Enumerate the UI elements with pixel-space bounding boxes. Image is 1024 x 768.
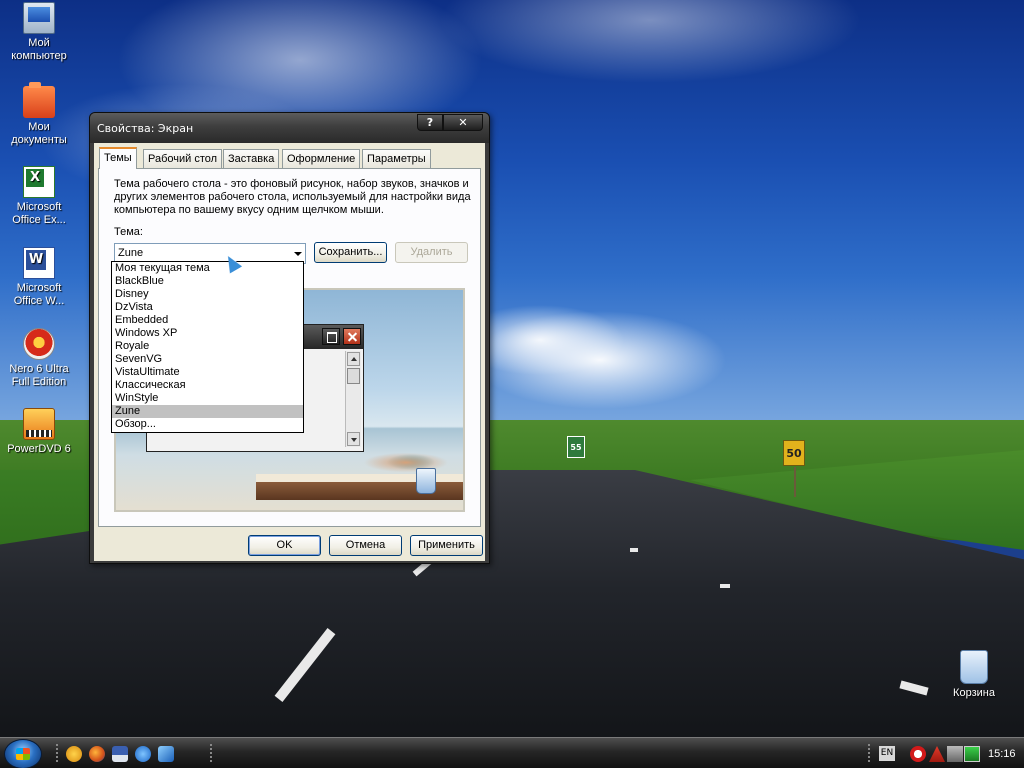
- theme-option[interactable]: BlackBlue: [112, 275, 303, 288]
- network-alert-icon[interactable]: [929, 746, 945, 762]
- quicklaunch-separator: [210, 744, 212, 764]
- internet-explorer-icon[interactable]: [135, 746, 151, 762]
- theme-option[interactable]: DzVista: [112, 301, 303, 314]
- theme-option[interactable]: VistaUltimate: [112, 366, 303, 379]
- close-icon: [343, 328, 361, 345]
- desktop-icon-label: Microsoft Office W...: [13, 282, 65, 307]
- tab-desktop[interactable]: Рабочий стол: [143, 149, 223, 168]
- theme-select-value: Zune: [118, 247, 144, 259]
- quicklaunch-app-icon[interactable]: [66, 746, 82, 762]
- theme-option[interactable]: Embedded: [112, 314, 303, 327]
- theme-option[interactable]: Windows XP: [112, 327, 303, 340]
- lane-marking: [720, 584, 730, 588]
- tab-settings[interactable]: Параметры: [362, 149, 431, 168]
- antivirus-icon[interactable]: [910, 746, 926, 762]
- desktop-icon-my-documents[interactable]: Мои документы: [1, 82, 77, 147]
- folder-icon: [23, 82, 55, 118]
- theme-dropdown-list: Моя текущая тема BlackBlue Disney DzVista Em…: [111, 261, 304, 433]
- tab-appearance[interactable]: Оформление: [282, 149, 361, 168]
- help-button[interactable]: ?: [417, 114, 443, 131]
- theme-option[interactable]: WinStyle: [112, 392, 303, 405]
- floppy-icon[interactable]: [112, 746, 128, 762]
- tray-separator: [868, 744, 870, 764]
- dialog-title: Свойства: Экран: [97, 122, 194, 135]
- scroll-up-icon: [347, 352, 360, 366]
- recycle-bin-icon: [416, 468, 436, 494]
- taskbar: EN 15:16: [0, 737, 1024, 768]
- theme-option[interactable]: Моя текущая тема: [112, 262, 303, 275]
- computer-icon: [23, 2, 55, 34]
- theme-option[interactable]: Royale: [112, 340, 303, 353]
- cancel-button[interactable]: Отмена: [329, 535, 402, 556]
- chevron-down-icon[interactable]: [294, 252, 302, 256]
- theme-label: Тема:: [114, 226, 143, 238]
- desktop-icon-word[interactable]: Microsoft Office W...: [1, 247, 77, 308]
- title-bar[interactable]: Свойства: Экран ? ✕: [90, 113, 489, 143]
- apply-button[interactable]: Применить: [410, 535, 483, 556]
- desktop-icon-label: Корзина: [953, 687, 995, 699]
- close-button[interactable]: ✕: [443, 114, 483, 131]
- theme-option[interactable]: Классическая: [112, 379, 303, 392]
- quicklaunch-ie-icon[interactable]: [158, 746, 174, 762]
- speed-limit-sign: 50: [783, 440, 805, 497]
- desktop-icon-label: Microsoft Office Ex...: [12, 201, 66, 226]
- desktop-icon-powerdvd[interactable]: PowerDVD 6: [1, 408, 77, 456]
- preview-scrollbar: [345, 351, 361, 447]
- theme-option[interactable]: Disney: [112, 288, 303, 301]
- quicklaunch-separator: [56, 744, 58, 764]
- start-button[interactable]: [4, 739, 42, 768]
- desktop-icon-nero[interactable]: Nero 6 Ultra Full Edition: [1, 328, 77, 389]
- desktop-icon-my-computer[interactable]: Мой компьютер: [1, 2, 77, 63]
- desktop-icon-label: PowerDVD 6: [7, 443, 71, 455]
- exit-sign: 55: [567, 436, 585, 458]
- desktop-icon-recycle-bin[interactable]: Корзина: [936, 650, 1012, 700]
- theme-option[interactable]: SevenVG: [112, 353, 303, 366]
- scroll-down-icon: [347, 432, 360, 446]
- delete-theme-button[interactable]: Удалить: [395, 242, 468, 263]
- clock[interactable]: 15:16: [988, 748, 1016, 760]
- network-icon[interactable]: [947, 746, 963, 762]
- firefox-icon[interactable]: [89, 746, 105, 762]
- scroll-thumb: [347, 368, 360, 384]
- desktop-icon-label: Nero 6 Ultra Full Edition: [9, 363, 69, 388]
- theme-option[interactable]: Zune: [112, 405, 303, 418]
- lane-marking: [630, 548, 638, 552]
- battery-icon[interactable]: [964, 746, 980, 762]
- language-indicator[interactable]: EN: [879, 746, 895, 761]
- powerdvd-icon: [23, 408, 55, 440]
- desktop-icon-excel[interactable]: Microsoft Office Ex...: [1, 166, 77, 227]
- ok-button[interactable]: OK: [248, 535, 321, 556]
- nero-icon: [23, 328, 55, 360]
- word-icon: [23, 247, 55, 279]
- theme-description: Тема рабочего стола - это фоновый рисуно…: [114, 178, 471, 216]
- excel-icon: [23, 166, 55, 198]
- recycle-bin-icon: [960, 650, 988, 684]
- tab-themes[interactable]: Темы: [99, 147, 137, 169]
- desktop-icon-label: Мой компьютер: [11, 37, 67, 62]
- theme-option[interactable]: Обзор...: [112, 418, 303, 431]
- desktop-icon-label: Мои документы: [11, 121, 67, 146]
- maximize-icon: [322, 328, 340, 345]
- tab-screensaver[interactable]: Заставка: [223, 149, 280, 168]
- save-theme-button[interactable]: Сохранить...: [314, 242, 387, 263]
